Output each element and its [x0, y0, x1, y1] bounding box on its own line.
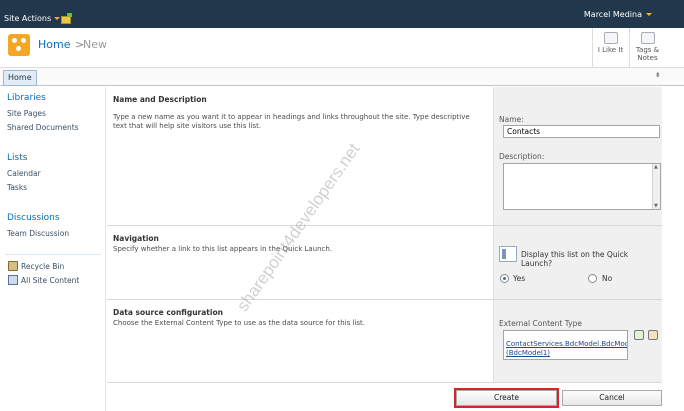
chevron-down-icon — [54, 17, 61, 20]
ql-heading-lists[interactable]: Lists — [7, 153, 27, 163]
yes-radio[interactable] — [500, 274, 509, 283]
section-desc-name: Type a new name as you want it to appear… — [113, 113, 470, 130]
ql-item-site-pages[interactable]: Site Pages — [7, 109, 46, 118]
top-navigation: Home ⇟ — [0, 68, 684, 86]
navigation-section: Navigation Specify whether a link to thi… — [107, 226, 662, 300]
section-title-datasource: Data source configuration — [113, 308, 223, 317]
site-logo-icon[interactable] — [8, 34, 30, 56]
site-actions-label: Site Actions — [4, 14, 52, 23]
user-name: Marcel Medina — [583, 10, 642, 19]
browse-icon[interactable] — [648, 330, 658, 340]
tags-notes-label: Tags & Notes — [635, 46, 660, 62]
ql-item-shared-documents[interactable]: Shared Documents — [7, 123, 79, 132]
breadcrumb-home-link[interactable]: Home — [38, 38, 70, 51]
main-content: Name and Description Type a new name as … — [107, 87, 678, 411]
ql-item-calendar[interactable]: Calendar — [7, 169, 41, 178]
quick-launch-question: Display this list on the Quick Launch? — [521, 250, 629, 268]
ect-value-line2[interactable]: (BdcModel1) — [506, 349, 627, 358]
thumbs-up-icon — [603, 32, 618, 44]
description-textarea[interactable] — [503, 163, 661, 210]
ect-picker-field[interactable]: ContactServices.BdcModel.BdcModel1.Conta… — [503, 330, 628, 360]
description-label: Description: — [499, 152, 545, 161]
tags-notes-button[interactable]: Tags & Notes — [629, 28, 665, 68]
user-menu[interactable]: Marcel Medina — [584, 10, 652, 19]
create-button[interactable]: Create — [454, 388, 559, 408]
ql-item-team-discussion[interactable]: Team Discussion — [7, 229, 69, 238]
tag-icon — [640, 32, 655, 44]
section-title-navigation: Navigation — [113, 234, 159, 243]
navigate-up-icon[interactable] — [61, 13, 72, 24]
all-site-content-icon — [8, 275, 18, 285]
name-label: Name: — [499, 115, 524, 124]
section-desc-datasource: Choose the External Content Type to use … — [113, 319, 365, 327]
ql-heading-libraries[interactable]: Libraries — [7, 93, 46, 103]
check-names-icon[interactable] — [634, 330, 644, 340]
tab-home[interactable]: Home — [3, 70, 37, 86]
section-desc-navigation: Specify whether a link to this list appe… — [113, 245, 333, 253]
name-description-section: Name and Description Type a new name as … — [107, 87, 662, 226]
site-actions-menu[interactable]: Site Actions — [4, 14, 61, 23]
ql-item-tasks[interactable]: Tasks — [7, 183, 27, 192]
title-area: Home > New I Like It Tags & Notes — [0, 28, 684, 68]
breadcrumb-current: New — [83, 38, 107, 51]
i-like-it-button[interactable]: I Like It — [592, 28, 628, 68]
i-like-it-label: I Like It — [597, 46, 624, 54]
no-radio[interactable] — [588, 274, 597, 283]
ql-divider — [5, 254, 101, 255]
yes-label: Yes — [513, 274, 526, 283]
recycle-bin-icon — [8, 261, 18, 271]
quick-launch: Libraries Site Pages Shared Documents Li… — [0, 87, 106, 411]
scroll-down-icon[interactable]: ⇟ — [655, 71, 661, 79]
ribbon-bar: Site Actions Marcel Medina — [0, 0, 684, 28]
textarea-scrollbar[interactable] — [652, 164, 660, 209]
cancel-button[interactable]: Cancel — [562, 390, 662, 406]
name-input[interactable]: Contacts — [503, 125, 660, 138]
ql-item-recycle-bin[interactable]: Recycle Bin — [21, 262, 64, 271]
no-label: No — [602, 274, 613, 283]
ql-heading-discussions[interactable]: Discussions — [7, 213, 60, 223]
section-title-name: Name and Description — [113, 95, 207, 104]
ect-label: External Content Type — [499, 319, 582, 328]
ect-value-line1[interactable]: ContactServices.BdcModel.BdcModel1.Conta… — [506, 340, 627, 349]
ql-item-all-site-content[interactable]: All Site Content — [21, 276, 79, 285]
chevron-down-icon — [646, 13, 652, 16]
datasource-section: Data source configuration Choose the Ext… — [107, 300, 662, 383]
quick-launch-preview-icon — [499, 246, 517, 262]
